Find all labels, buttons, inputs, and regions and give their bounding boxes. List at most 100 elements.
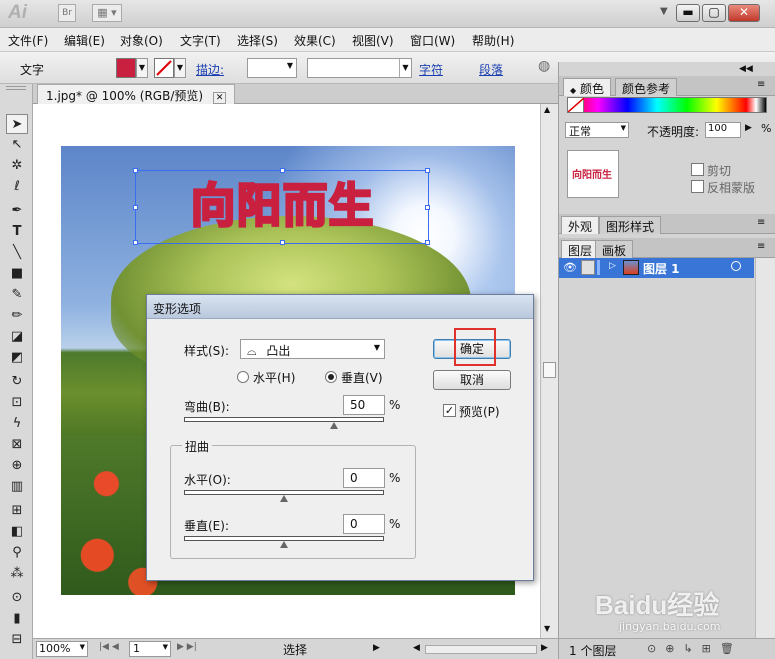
selection-tool-icon[interactable]: ➤ <box>6 114 28 134</box>
tab-artboards[interactable]: 画板 <box>595 240 634 258</box>
pencil-tool-icon[interactable]: ✏ <box>6 306 28 326</box>
style-select[interactable]: ⌓ 凸出 ▼ <box>240 339 385 359</box>
distort-vertical-thumb[interactable] <box>280 541 288 548</box>
menu-object[interactable]: 对象(O) <box>120 32 163 49</box>
scroll-down-icon[interactable]: ▼ <box>544 624 550 633</box>
tab-appearance[interactable]: 外观 <box>561 216 600 234</box>
zoom-combo[interactable]: 100% ▼ <box>36 641 88 657</box>
shape-builder-tool-icon[interactable]: ⊕ <box>6 456 28 476</box>
bend-input[interactable]: 50 <box>343 395 385 415</box>
scroll-up-icon[interactable]: ▲ <box>544 105 550 114</box>
tab-color[interactable]: ◆ 颜色 <box>563 78 611 96</box>
type-tool-icon[interactable]: T <box>6 222 28 242</box>
horizontal-radio[interactable] <box>237 371 249 383</box>
workspace-dropdown-icon[interactable]: ▼ <box>660 6 668 17</box>
panel-menu-icon[interactable]: ≡ <box>757 217 765 228</box>
menu-edit[interactable]: 编辑(E) <box>64 32 105 49</box>
layer-actions-icons[interactable]: ⊙⊕↳⊞🗑 <box>647 642 743 655</box>
status-menu-icon[interactable]: ▶ <box>373 643 380 653</box>
paragraph-link[interactable]: 段落 <box>479 61 503 78</box>
layers-scrollbar[interactable] <box>755 258 775 638</box>
tab-color-guide[interactable]: 颜色参考 <box>615 78 678 96</box>
selection-handle[interactable] <box>425 168 430 173</box>
panel-menu-icon[interactable]: ≡ <box>757 79 765 90</box>
close-window-button[interactable]: ✕ <box>728 4 760 22</box>
stroke-label[interactable]: 描边: <box>196 61 224 78</box>
mesh-tool-icon[interactable]: ⊞ <box>6 501 28 521</box>
lock-toggle[interactable] <box>581 260 595 275</box>
blob-brush-tool-icon[interactable]: ◪ <box>6 327 28 347</box>
dialog-title-bar[interactable]: 变形选项 <box>147 295 533 319</box>
stroke-none-swatch[interactable] <box>154 58 174 78</box>
opacity-dropdown-icon[interactable]: ▶ <box>745 123 752 133</box>
preview-label[interactable]: 预览(P) <box>459 403 500 420</box>
selection-handle[interactable] <box>425 205 430 210</box>
tools-grip[interactable] <box>6 86 26 90</box>
status-mode[interactable]: 选择 <box>283 641 307 658</box>
hscroll-left-icon[interactable]: ◀ <box>413 643 420 653</box>
layer-row[interactable]: 👁 ▷ 图层 1 <box>559 258 754 278</box>
scroll-thumb[interactable] <box>543 362 556 378</box>
warp-tool-icon[interactable]: ϟ <box>6 414 28 434</box>
selection-handle[interactable] <box>280 168 285 173</box>
page-combo[interactable]: 1 ▼ <box>129 641 171 657</box>
fill-dropdown-icon[interactable]: ▼ <box>136 58 148 78</box>
selection-handle[interactable] <box>133 168 138 173</box>
zoom-dropdown-icon[interactable]: ▼ <box>80 643 85 651</box>
bend-slider-thumb[interactable] <box>330 422 338 429</box>
selection-handle[interactable] <box>133 205 138 210</box>
arrange-documents-button[interactable]: ▦ ▾ <box>92 4 122 22</box>
horizontal-scrollbar[interactable] <box>425 645 537 654</box>
selection-handle[interactable] <box>133 240 138 245</box>
free-transform-tool-icon[interactable]: ⊠ <box>6 435 28 455</box>
distort-horizontal-input[interactable]: 0 <box>343 468 385 488</box>
rotate-tool-icon[interactable]: ↻ <box>6 372 28 392</box>
selection-handle[interactable] <box>425 240 430 245</box>
vertical-radio[interactable] <box>325 371 337 383</box>
symbol-sprayer-tool-icon[interactable]: ⊙ <box>6 588 28 608</box>
magic-wand-tool-icon[interactable]: ✲ <box>6 156 28 176</box>
next-page-icon[interactable]: ▶ ▶| <box>177 642 197 652</box>
style-dropdown-icon[interactable]: ▼ <box>374 343 380 352</box>
selection-handle[interactable] <box>280 240 285 245</box>
menu-window[interactable]: 窗口(W) <box>410 32 455 49</box>
line-tool-icon[interactable]: ╲ <box>6 243 28 263</box>
tab-graphic-styles[interactable]: 图形样式 <box>599 216 662 234</box>
stroke-weight-combo[interactable]: ▼ <box>247 58 297 78</box>
preview-checkbox[interactable]: ✓ <box>443 404 456 417</box>
menu-view[interactable]: 视图(V) <box>352 32 394 49</box>
maximize-button[interactable]: ▢ <box>702 4 726 22</box>
graph-tool-icon[interactable]: ▥ <box>6 477 28 497</box>
first-page-icon[interactable]: |◀ ◀ <box>99 642 119 652</box>
close-tab-icon[interactable]: ✕ <box>212 92 227 104</box>
layer-target-icon[interactable] <box>731 261 741 271</box>
selection-bounding-box[interactable] <box>133 168 430 245</box>
paintbrush-tool-icon[interactable]: ✎ <box>6 285 28 305</box>
column-graph-tool-icon[interactable]: ▮ <box>6 609 28 629</box>
invert-mask-checkbox[interactable] <box>691 180 704 193</box>
minimize-button[interactable]: ▬ <box>676 4 700 22</box>
clip-checkbox[interactable] <box>691 163 704 176</box>
blend-mode-select[interactable]: 正常 ▼ <box>565 122 629 138</box>
gradient-tool-icon[interactable]: ◧ <box>6 522 28 542</box>
artboard-tool-icon[interactable]: ⊟ <box>6 630 28 650</box>
fill-color-swatch[interactable] <box>116 58 136 78</box>
panel-menu-icon[interactable]: ≡ <box>757 241 765 252</box>
direct-selection-tool-icon[interactable]: ↖ <box>6 135 28 155</box>
vertical-scrollbar[interactable]: ▲ ▼ <box>540 104 558 638</box>
mask-thumbnail[interactable]: 向阳而生 <box>567 150 619 198</box>
vertical-radio-label[interactable]: 垂直(V) <box>341 369 383 386</box>
distort-vertical-input[interactable]: 0 <box>343 514 385 534</box>
menu-help[interactable]: 帮助(H) <box>472 32 514 49</box>
none-swatch[interactable] <box>567 97 585 113</box>
tab-layers[interactable]: 图层 <box>561 240 600 258</box>
blend-tool-icon[interactable]: ⁂ <box>6 564 28 584</box>
brush-icon[interactable]: ◍ <box>538 58 550 74</box>
eyedropper-tool-icon[interactable]: ⚲ <box>6 543 28 563</box>
rectangle-tool-icon[interactable]: ■ <box>6 264 28 284</box>
lasso-tool-icon[interactable]: ℓ <box>6 177 28 197</box>
panel-collapse-icon[interactable]: ◀◀ <box>739 64 753 74</box>
color-spectrum[interactable] <box>567 97 767 113</box>
document-tab[interactable]: 1.jpg* @ 100% (RGB/预览) ✕ <box>37 84 236 104</box>
stroke-dropdown-icon[interactable]: ▼ <box>174 58 186 78</box>
